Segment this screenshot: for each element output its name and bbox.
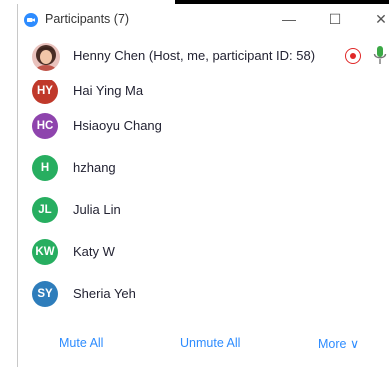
unmute-all-button[interactable]: Unmute All <box>180 336 240 350</box>
footer-toolbar: Mute All Unmute All More ∨ <box>18 326 389 362</box>
participant-name: Julia Lin <box>73 202 121 217</box>
title-bar: Participants (7) — ☐ ✕ <box>18 4 389 34</box>
host-row[interactable]: Henny Chen (Host, me, participant ID: 58… <box>18 34 389 80</box>
participant-name: hzhang <box>73 160 116 175</box>
window-title: Participants (7) <box>45 12 130 26</box>
avatar: H <box>32 155 58 181</box>
host-name: Henny Chen (Host, me, participant ID: 58… <box>73 48 316 63</box>
avatar: JL <box>32 197 58 223</box>
host-avatar <box>32 43 60 71</box>
more-dropdown-button[interactable]: More ∨ <box>318 336 359 351</box>
participant-row[interactable]: HC Hsiaoyu Chang <box>18 106 389 149</box>
close-button[interactable]: ✕ <box>358 4 389 34</box>
participants-window: Participants (7) — ☐ ✕ HY Hai Ying Ma HC… <box>17 4 389 367</box>
mute-all-button[interactable]: Mute All <box>59 336 103 350</box>
microphone-icon[interactable] <box>373 45 387 72</box>
avatar: HC <box>32 113 58 139</box>
participant-row[interactable]: SY Sheria Yeh <box>18 274 389 317</box>
participant-name: Sheria Yeh <box>73 286 136 301</box>
maximize-button[interactable]: ☐ <box>312 4 358 34</box>
avatar: SY <box>32 281 58 307</box>
participant-row[interactable]: H hzhang <box>18 147 389 190</box>
participant-row[interactable]: KW Katy W <box>18 231 389 274</box>
participant-name: Katy W <box>73 244 115 259</box>
avatar: KW <box>32 239 58 265</box>
avatar: HY <box>32 78 58 104</box>
minimize-button[interactable]: — <box>266 4 312 34</box>
participant-row[interactable]: JL Julia Lin <box>18 189 389 232</box>
participant-name: Hai Ying Ma <box>73 83 144 98</box>
participant-name: Hsiaoyu Chang <box>73 118 162 133</box>
zoom-camera-icon <box>24 13 38 27</box>
record-icon[interactable] <box>345 48 361 64</box>
